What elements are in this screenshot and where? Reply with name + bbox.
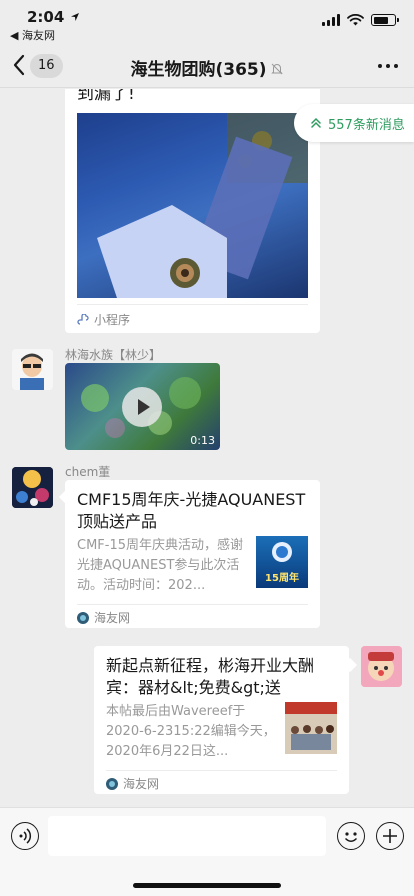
link-card-description: CMF-15周年庆典活动，感谢光捷AQUANEST参与此次活动。活动时间：202… (77, 538, 244, 593)
more-options-button[interactable] (378, 64, 398, 68)
status-icons (322, 14, 399, 26)
location-arrow-icon (70, 13, 79, 21)
mini-program-cover-image (77, 113, 308, 298)
avatar[interactable] (12, 467, 53, 508)
mini-program-title: 到漏了! (77, 89, 135, 104)
new-messages-button[interactable]: 557条新消息 (294, 104, 414, 142)
emoji-button[interactable] (337, 822, 365, 850)
mini-program-card[interactable]: 到漏了! 小程序 (65, 89, 320, 333)
link-card-title: 新起点新征程，彬海开业大酬宾：器材&lt;免费&gt;送 (106, 656, 315, 697)
mini-program-footer: 小程序 (77, 311, 130, 328)
double-chevron-up-icon (311, 117, 321, 128)
chat-title: 海生物团购(365) (0, 55, 414, 80)
status-bar: 2:04 ◀ 海友网 (0, 0, 414, 44)
mute-bell-icon (270, 63, 283, 75)
haiyou-logo-icon (77, 611, 89, 624)
link-card-thumbnail (285, 702, 337, 754)
plus-icon (383, 829, 397, 843)
video-message[interactable]: 0:13 (65, 363, 220, 450)
thumbnail-badge-text: 15周年 (265, 573, 299, 584)
status-time: 2:04 (27, 8, 80, 26)
haiyou-logo-icon (106, 777, 118, 790)
home-indicator (133, 883, 281, 888)
my-avatar[interactable] (361, 646, 402, 687)
voice-icon (19, 828, 32, 844)
battery-icon (371, 14, 399, 26)
back-to-app-link[interactable]: ◀ 海友网 (10, 27, 55, 43)
wifi-icon (347, 14, 364, 26)
my-link-card[interactable]: 新起点新征程，彬海开业大酬宾：器材&lt;免费&gt;送 本帖最后由Wavere… (94, 646, 349, 794)
cellular-signal-icon (322, 14, 340, 26)
mini-program-icon (77, 313, 89, 325)
emoji-icon (344, 832, 358, 842)
link-card-title: CMF15周年庆-光捷AQUANEST顶贴送产品 (77, 490, 306, 531)
video-duration: 0:13 (190, 434, 215, 447)
chat-header: 16 海生物团购(365) (0, 44, 414, 88)
sender-name: 林海水族【林少】 (65, 348, 162, 362)
sender-name: chem董 (65, 465, 111, 479)
avatar[interactable] (12, 349, 53, 390)
link-card[interactable]: CMF15周年庆-光捷AQUANEST顶贴送产品 CMF-15周年庆典活动，感谢… (65, 480, 320, 628)
message-input[interactable] (48, 816, 326, 856)
message-list[interactable]: 到漏了! 小程序 557条新消息 林海水族【林少】 0:13 chem董 CMF… (0, 89, 414, 807)
link-card-footer: 海友网 (106, 775, 159, 792)
more-functions-button[interactable] (376, 822, 404, 850)
input-bar (0, 807, 414, 896)
link-card-description: 本帖最后由Wavereef于2020-6-2315:22编辑今天，2020年6月… (106, 704, 276, 759)
link-card-thumbnail: 15周年 (256, 536, 308, 588)
link-card-footer: 海友网 (77, 609, 130, 626)
voice-input-button[interactable] (11, 822, 39, 850)
play-icon[interactable] (122, 387, 162, 427)
